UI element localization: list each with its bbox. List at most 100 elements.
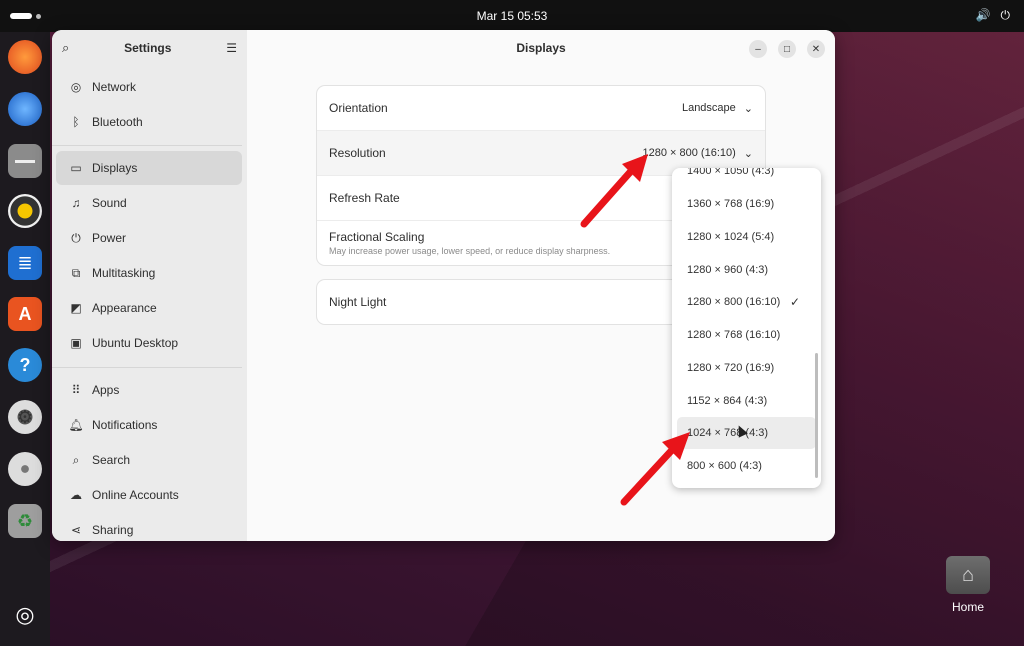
option-label: 1280 × 1024 (5:4)	[687, 231, 775, 243]
sidebar-item-label: Displays	[92, 161, 138, 175]
power-icon[interactable]: ⏻	[1001, 8, 1011, 23]
option-label: 1024 × 768 (4:3)	[687, 427, 769, 439]
clock[interactable]: Mar 15 05:53	[477, 9, 548, 23]
sidebar-item-label: Network	[92, 80, 137, 94]
sidebar-item-label: Power	[92, 231, 127, 245]
sidebar-header: ⌕ Settings ☰	[52, 30, 247, 66]
help-icon[interactable]: ?	[8, 348, 42, 382]
maximize-button[interactable]: □	[778, 40, 796, 58]
resolution-option[interactable]: 1360 × 768 (16:9)	[677, 188, 816, 220]
resolution-option[interactable]: 1152 × 864 (4:3)	[677, 385, 816, 417]
popover-scrollbar[interactable]	[815, 353, 818, 478]
resolution-option[interactable]: 1280 × 960 (4:3)	[677, 254, 816, 286]
orientation-dropdown[interactable]: Landscape ⌄	[682, 102, 753, 115]
fractional-scaling-subtitle: May increase power usage, lower speed, o…	[329, 246, 611, 256]
resolution-option[interactable]: 800 × 600 (4:3)	[677, 450, 816, 482]
option-label: 1280 × 960 (4:3)	[687, 264, 769, 276]
bluetooth-icon: ᛒ	[72, 115, 80, 129]
resolution-label: Resolution	[329, 146, 386, 160]
option-label: 1360 × 768 (16:9)	[687, 198, 775, 210]
thunderbird-icon[interactable]	[8, 92, 42, 126]
resolution-value: 1280 × 800 (16:10)	[642, 147, 736, 159]
sidebar-item-label: Multitasking	[92, 266, 156, 280]
app-center-icon[interactable]: A	[8, 297, 42, 331]
sidebar-item-label: Bluetooth	[92, 115, 143, 129]
sidebar-item-label: Ubuntu Desktop	[92, 336, 179, 350]
writer-icon[interactable]: ≣	[8, 246, 42, 280]
option-label: 1280 × 768 (16:10)	[687, 329, 781, 341]
activities-indicator[interactable]	[10, 13, 41, 19]
apps-grid-icon: ⠿	[71, 383, 81, 397]
orientation-value: Landscape	[681, 102, 736, 114]
sidebar-item-multitasking[interactable]: ⧉ Multitasking	[56, 256, 242, 290]
sidebar-item-label: Apps	[92, 383, 120, 397]
display-icon: ▭	[70, 161, 82, 175]
option-label: 1280 × 800 (16:10)	[687, 296, 781, 308]
sidebar-item-displays[interactable]: ▭ Displays	[56, 151, 242, 185]
settings-gear-icon[interactable]: ⚙	[8, 400, 42, 434]
resolution-option[interactable]: 1280 × 720 (16:9)	[677, 352, 816, 384]
option-label: 1280 × 720 (16:9)	[687, 362, 775, 374]
resolution-option[interactable]: 1280 × 768 (16:10)	[677, 319, 816, 351]
ubuntu-desktop-icon: ▣	[70, 336, 82, 350]
dock: ≣ A ? ⚙ ♻ ◎	[0, 32, 50, 646]
disc-icon[interactable]	[8, 452, 42, 486]
power-icon: ⏻	[71, 230, 81, 245]
bell-icon: 🔔︎	[68, 418, 84, 432]
minimize-button[interactable]: –	[749, 40, 767, 58]
option-label: 1400 × 1050 (4:3)	[687, 168, 775, 177]
trash-icon[interactable]: ♻	[8, 504, 42, 538]
sidebar-item-label: Search	[92, 453, 131, 467]
sidebar-item-network[interactable]: ◎ Network	[56, 70, 242, 104]
sidebar-item-label: Online Accounts	[92, 488, 179, 502]
refresh-rate-label: Refresh Rate	[329, 191, 400, 205]
hamburger-menu-icon[interactable]: ☰	[226, 41, 237, 55]
sidebar-item-search[interactable]: ⌕ Search	[56, 443, 242, 477]
sidebar-item-sharing[interactable]: ⋖ Sharing	[56, 513, 242, 541]
night-light-label: Night Light	[329, 295, 387, 309]
option-label: 1152 × 864 (4:3)	[687, 395, 768, 407]
top-bar: Mar 15 05:53 🔊 ⏻	[0, 0, 1024, 32]
annotation-arrow-icon	[620, 432, 690, 506]
home-folder-label[interactable]: Home	[940, 600, 996, 614]
system-tray[interactable]: 🔊 ⏻	[976, 8, 1010, 23]
resolution-option-selected[interactable]: 1280 × 800 (16:10) ✓	[677, 286, 816, 318]
orientation-row[interactable]: Orientation Landscape ⌄	[317, 86, 765, 131]
settings-sidebar: ⌕ Settings ☰ ◎ Network ᛒ Bluetooth ▭ Dis…	[52, 30, 247, 541]
sidebar-item-label: Sharing	[92, 523, 134, 537]
rhythmbox-icon[interactable]	[8, 194, 42, 228]
sidebar-item-notifications[interactable]: 🔔︎ Notifications	[56, 408, 242, 442]
close-button[interactable]: ✕	[807, 40, 825, 58]
home-folder-icon[interactable]: ⌂	[946, 556, 990, 594]
resolution-dropdown[interactable]: 1280 × 800 (16:10) ⌄	[643, 147, 754, 160]
sidebar-item-online-accounts[interactable]: ☁ Online Accounts	[56, 478, 242, 512]
cloud-icon: ☁	[70, 488, 82, 502]
workspace-dot	[36, 13, 41, 19]
show-apps-ubuntu-icon[interactable]: ◎	[8, 598, 42, 632]
orientation-label: Orientation	[329, 101, 388, 115]
firefox-icon[interactable]	[8, 40, 42, 74]
resolution-option[interactable]: 1280 × 1024 (5:4)	[677, 221, 816, 253]
multitasking-icon: ⧉	[71, 265, 81, 280]
network-icon: ◎	[70, 80, 82, 94]
chevron-down-icon: ⌄	[743, 102, 753, 115]
sidebar-item-sound[interactable]: ♫ Sound	[56, 186, 242, 220]
sidebar-item-appearance[interactable]: ◩ Appearance	[56, 291, 242, 325]
files-icon[interactable]	[8, 144, 42, 178]
fractional-scaling-label: Fractional Scaling	[329, 230, 425, 244]
music-note-icon: ♫	[71, 196, 81, 210]
sidebar-item-apps[interactable]: ⠿ Apps	[56, 373, 242, 407]
share-icon: ⋖	[70, 523, 82, 537]
sidebar-item-ubuntu-desktop[interactable]: ▣ Ubuntu Desktop	[56, 326, 242, 360]
sidebar-title: Settings	[124, 41, 172, 55]
page-title: Displays	[516, 41, 566, 55]
sidebar-item-bluetooth[interactable]: ᛒ Bluetooth	[56, 105, 242, 139]
annotation-arrow-icon	[580, 154, 648, 228]
search-icon[interactable]: ⌕	[62, 40, 69, 56]
volume-icon[interactable]: 🔊	[976, 8, 991, 23]
resolution-option[interactable]: 1400 × 1050 (4:3)	[677, 168, 816, 187]
sidebar-item-label: Notifications	[92, 418, 158, 432]
sidebar-item-power[interactable]: ⏻ Power	[56, 221, 242, 255]
sidebar-separator	[52, 367, 242, 368]
sidebar-item-label: Appearance	[92, 301, 157, 315]
